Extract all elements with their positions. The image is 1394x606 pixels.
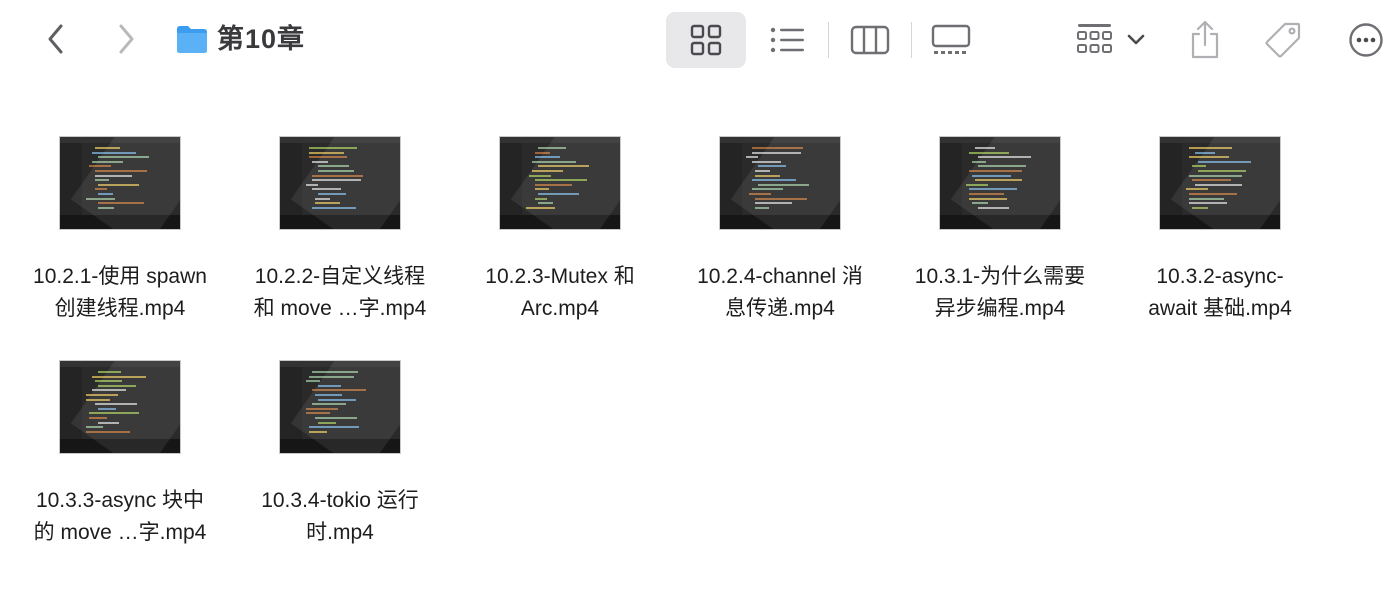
file-name: 10.3.2-async-await 基础.mp4	[1110, 261, 1330, 325]
gallery-view-icon	[931, 24, 971, 54]
icon-view-button[interactable]	[686, 20, 726, 60]
video-thumbnail	[1160, 137, 1280, 229]
file-name: 10.2.4-channel 消息传递.mp4	[670, 261, 890, 325]
file-name-line: 和 move …字.mp4	[253, 297, 427, 320]
toolbar: 第10章	[0, 0, 1394, 80]
window-title: 第10章	[217, 24, 306, 54]
file-name: 10.2.2-自定义线程和 move …字.mp4	[230, 261, 450, 325]
tag-button[interactable]	[1262, 20, 1304, 60]
file-name-line: 10.2.2-自定义线程	[254, 265, 426, 288]
file-name-line: 10.3.1-为什么需要	[914, 265, 1086, 288]
folder-icon	[176, 24, 208, 54]
file-name-line: 时.mp4	[306, 521, 374, 544]
list-view-icon	[770, 27, 804, 53]
icon-view-icon	[690, 24, 722, 56]
list-view-button[interactable]	[766, 20, 808, 60]
back-button[interactable]	[36, 19, 76, 59]
more-icon	[1349, 23, 1383, 57]
file-name-line: await 基础.mp4	[1148, 297, 1292, 320]
file-name-line: 异步编程.mp4	[934, 297, 1066, 320]
more-button[interactable]	[1346, 20, 1386, 60]
file-name-line: 10.2.1-使用 spawn	[33, 265, 207, 288]
file-name: 10.3.4-tokio 运行 时.mp4	[230, 485, 450, 549]
file-name-line: 息传递.mp4	[725, 297, 835, 320]
file-name-line: 创建线程.mp4	[54, 297, 186, 320]
gallery-view-button[interactable]	[929, 20, 973, 60]
toolbar-divider	[911, 22, 912, 58]
chevron-down-icon	[1127, 34, 1145, 45]
file-name-line: 10.2.4-channel 消	[697, 265, 863, 288]
video-thumbnail	[60, 361, 180, 453]
file-name: 10.3.3-async 块中的 move …字.mp4	[10, 485, 230, 549]
toolbar-divider	[828, 22, 829, 58]
video-thumbnail	[280, 361, 400, 453]
forward-button[interactable]	[106, 19, 146, 59]
video-thumbnail	[60, 137, 180, 229]
file-name-line: 的 move …字.mp4	[33, 521, 207, 544]
tag-icon	[1265, 22, 1301, 58]
file-name: 10.3.1-为什么需要 异步编程.mp4	[890, 261, 1110, 325]
chevron-left-icon	[48, 24, 63, 54]
file-name-line: 10.2.3-Mutex 和	[485, 265, 635, 288]
file-name: 10.2.1-使用 spawn 创建线程.mp4	[10, 261, 230, 325]
file-name-line: 10.3.3-async 块中	[35, 489, 205, 512]
column-view-button[interactable]	[848, 20, 892, 60]
chevron-right-icon	[119, 24, 134, 54]
video-thumbnail	[280, 137, 400, 229]
file-name-line: Arc.mp4	[520, 297, 600, 320]
share-icon	[1191, 20, 1219, 59]
share-button[interactable]	[1186, 18, 1224, 62]
group-by-button[interactable]	[1072, 20, 1148, 60]
group-by-icon	[1077, 24, 1112, 53]
video-thumbnail	[720, 137, 840, 229]
file-name-line: 10.3.2-async-	[1156, 265, 1284, 288]
file-name: 10.2.3-Mutex 和 Arc.mp4	[450, 261, 670, 325]
video-thumbnail	[940, 137, 1060, 229]
file-name-line: 10.3.4-tokio 运行	[261, 489, 419, 512]
video-thumbnail	[500, 137, 620, 229]
column-view-icon	[850, 25, 890, 55]
